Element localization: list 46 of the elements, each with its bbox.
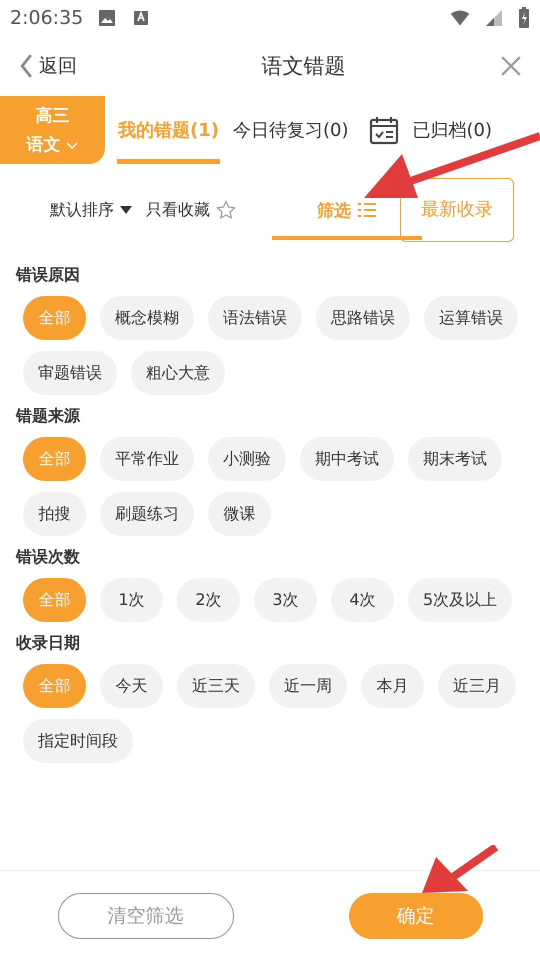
tab[interactable]: 已归档(0): [411, 96, 493, 164]
star-icon: [216, 200, 236, 220]
filter-chip[interactable]: 思路错误: [316, 296, 410, 340]
status-time: 2:06:35: [10, 7, 84, 29]
back-icon: [20, 53, 33, 79]
filter-chip[interactable]: 近三月: [438, 664, 516, 708]
section-title: 错误次数: [16, 546, 81, 568]
section-title: 收录日期: [16, 632, 81, 654]
filter-chip[interactable]: 1次: [100, 578, 163, 622]
filter-chip[interactable]: 今天: [100, 664, 163, 708]
section-title: 错误原因: [16, 264, 81, 286]
filter-chip[interactable]: 2次: [177, 578, 240, 622]
filter-chip[interactable]: 5次及以上: [408, 578, 512, 622]
filter-chip[interactable]: 运算错误: [424, 296, 518, 340]
dropdown-icon: [120, 206, 132, 214]
filter-chip[interactable]: 近一周: [269, 664, 347, 708]
sort-dropdown[interactable]: 默认排序: [50, 200, 132, 220]
page-title: 语文错题: [262, 53, 346, 80]
battery-icon: [518, 7, 530, 29]
image-icon: [97, 8, 118, 28]
list-icon: [357, 202, 377, 218]
filter-chip[interactable]: 本月: [361, 664, 424, 708]
dropdown-icon: [66, 142, 78, 150]
filter-chip[interactable]: 概念模糊: [100, 296, 194, 340]
filter-chip[interactable]: 3次: [254, 578, 317, 622]
filter-chip[interactable]: 4次: [331, 578, 394, 622]
wifi-icon: [450, 8, 470, 28]
tab[interactable]: 今日待复习(0): [232, 96, 350, 164]
filter-chip[interactable]: 微课: [208, 492, 271, 536]
back-button[interactable]: 返回: [20, 53, 77, 79]
signal-icon: [484, 8, 504, 28]
filter-chip[interactable]: 指定时间段: [23, 719, 133, 763]
filter-chip[interactable]: 刷题练习: [100, 492, 194, 536]
filter-chip[interactable]: 审题错误: [23, 351, 117, 395]
filter-chip[interactable]: 近三天: [177, 664, 255, 708]
filter-chip[interactable]: 语法错误: [208, 296, 302, 340]
filter-chip[interactable]: 拍搜: [23, 492, 86, 536]
favorites-toggle[interactable]: 只看收藏: [146, 200, 236, 220]
filter-chip[interactable]: 期中考试: [300, 437, 394, 481]
filter-chip[interactable]: 平常作业: [100, 437, 194, 481]
filter-chip[interactable]: 粗心大意: [131, 351, 225, 395]
close-icon[interactable]: [500, 55, 522, 77]
filter-chip[interactable]: 期末考试: [408, 437, 502, 481]
filter-chip[interactable]: 小测验: [208, 437, 286, 481]
section-title: 错题来源: [16, 405, 82, 427]
calendar-icon[interactable]: [369, 115, 400, 145]
